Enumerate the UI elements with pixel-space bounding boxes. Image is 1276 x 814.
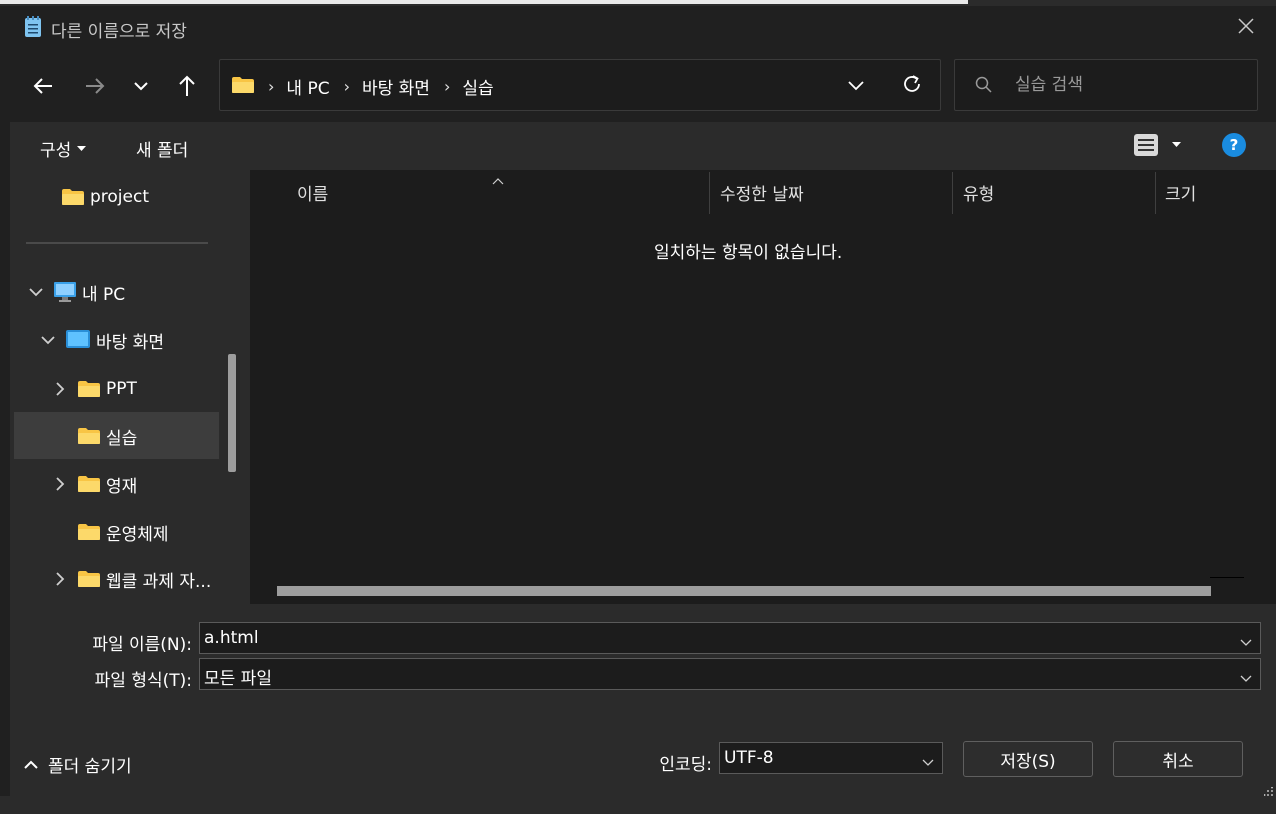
- folder-icon: [78, 570, 100, 588]
- title-bar: 다른 이름으로 저장: [10, 6, 1276, 48]
- tree-item-label: PPT: [106, 379, 137, 399]
- chevron-right-icon[interactable]: [52, 477, 68, 491]
- breadcrumb-item[interactable]: 바탕 화면: [362, 74, 430, 99]
- window-title: 다른 이름으로 저장: [51, 22, 187, 42]
- details-view-icon: [1134, 134, 1158, 156]
- folder-icon: [62, 188, 84, 206]
- column-header-type[interactable]: 유형: [963, 180, 994, 205]
- folder-icon: [78, 427, 100, 445]
- cancel-button[interactable]: 취소: [1113, 741, 1243, 777]
- chevron-down-icon[interactable]: [40, 335, 56, 345]
- tree-item-label: 웹클 과제 자...: [106, 571, 212, 592]
- navigation-bar: › 내 PC › 바탕 화면 › 실습: [10, 48, 1276, 122]
- refresh-icon[interactable]: [902, 74, 922, 98]
- tree-item-desktop[interactable]: 바탕 화면: [40, 317, 164, 363]
- computer-icon: [54, 282, 76, 302]
- filename-label: 파일 이름(N):: [92, 635, 192, 655]
- navigation-pane: project 내 PC 바탕 화면 PPT 실습 영재 운영체제 웹클 과제 …: [10, 170, 246, 604]
- new-folder-button[interactable]: 새 폴더: [136, 136, 188, 161]
- chevron-right-icon: ›: [268, 77, 275, 96]
- encoding-value: UTF-8: [724, 748, 774, 768]
- save-form: 파일 이름(N): a.html 파일 형식(T): 모든 파일 폴더 숨기기 …: [10, 604, 1276, 796]
- recent-locations-chevron-icon[interactable]: [123, 69, 159, 103]
- chevron-down-icon[interactable]: [922, 752, 934, 772]
- tree-item-label: 바탕 화면: [96, 332, 164, 353]
- tree-item-project[interactable]: project: [62, 174, 149, 220]
- forward-arrow-icon[interactable]: [77, 69, 113, 103]
- divider: [26, 242, 208, 244]
- column-divider[interactable]: [1155, 172, 1156, 214]
- caret-down-icon: [77, 145, 87, 151]
- organize-button[interactable]: 구성: [40, 136, 87, 161]
- column-header-date[interactable]: 수정한 날짜: [720, 180, 804, 205]
- file-list: 이름 수정한 날짜 유형 크기 일치하는 항목이 없습니다.: [250, 170, 1276, 604]
- filename-value[interactable]: a.html: [204, 628, 259, 648]
- empty-message: 일치하는 항목이 없습니다.: [654, 243, 843, 263]
- chevron-up-icon: [24, 760, 38, 769]
- column-divider[interactable]: [952, 172, 953, 214]
- command-bar: 구성 새 폴더 ?: [10, 122, 1276, 170]
- save-button[interactable]: 저장(S): [963, 741, 1093, 777]
- chevron-down-icon[interactable]: [28, 287, 44, 297]
- tree-item-label: 내 PC: [82, 284, 126, 305]
- folder-icon: [78, 380, 100, 398]
- tree-item-gifted[interactable]: 영재: [52, 461, 137, 507]
- column-header-name[interactable]: 이름: [297, 180, 328, 205]
- chevron-right-icon[interactable]: [52, 382, 68, 396]
- tree-item-practice[interactable]: 실습: [52, 413, 137, 459]
- chevron-down-icon[interactable]: [847, 75, 865, 99]
- horizontal-scrollbar[interactable]: [277, 586, 1211, 596]
- sort-ascending-icon: [492, 170, 504, 189]
- breadcrumb-item[interactable]: 내 PC: [286, 74, 329, 99]
- organize-label: 구성: [40, 141, 72, 161]
- tree-item-webclass[interactable]: 웹클 과제 자...: [52, 556, 211, 602]
- encoding-label: 인코딩:: [659, 755, 712, 775]
- folder-icon: [78, 475, 100, 493]
- chevron-down-icon[interactable]: [1240, 632, 1252, 652]
- folder-icon: [232, 76, 254, 98]
- tree-item-label: 실습: [106, 428, 138, 449]
- hide-folders-button[interactable]: 폴더 숨기기: [24, 752, 132, 777]
- help-icon[interactable]: ?: [1222, 133, 1246, 157]
- filetype-select[interactable]: 모든 파일: [199, 658, 1261, 690]
- search-input[interactable]: [1015, 74, 1245, 96]
- column-header-size[interactable]: 크기: [1165, 180, 1196, 205]
- background-window-strip: [0, 0, 968, 4]
- address-bar[interactable]: › 내 PC › 바탕 화면 › 실습: [219, 59, 941, 111]
- close-icon[interactable]: [1234, 14, 1258, 38]
- filename-field[interactable]: a.html: [199, 622, 1261, 654]
- breadcrumb: › 내 PC › 바탕 화면 › 실습: [260, 74, 494, 99]
- chevron-right-icon[interactable]: ›: [344, 77, 350, 96]
- chevron-down-icon[interactable]: [1240, 668, 1252, 688]
- back-arrow-icon[interactable]: [25, 69, 61, 103]
- caret-down-icon: [1172, 142, 1181, 147]
- search-box[interactable]: [954, 59, 1258, 111]
- filetype-value: 모든 파일: [204, 669, 272, 689]
- folder-icon: [78, 523, 100, 541]
- tree-item-ppt[interactable]: PPT: [52, 366, 137, 412]
- scrollbar-thumb[interactable]: [228, 354, 236, 472]
- save-as-dialog: 다른 이름으로 저장 › 내 PC › 바탕 화면 › 실습 실습 검색 구성 …: [0, 0, 1276, 814]
- view-options-button[interactable]: [1134, 134, 1181, 156]
- hide-folders-label: 폴더 숨기기: [48, 757, 132, 777]
- tree-item-label: project: [90, 187, 150, 207]
- tree-item-this-pc[interactable]: 내 PC: [28, 269, 125, 315]
- up-arrow-icon[interactable]: [169, 69, 205, 103]
- search-icon: [975, 76, 993, 98]
- chevron-right-icon[interactable]: ›: [444, 77, 450, 96]
- encoding-select[interactable]: UTF-8: [719, 742, 943, 774]
- chevron-right-icon[interactable]: [52, 572, 68, 586]
- column-divider[interactable]: [709, 172, 710, 214]
- notepad-icon: [24, 16, 42, 38]
- tree-item-os[interactable]: 운영체제: [52, 509, 169, 555]
- desktop-icon: [66, 330, 90, 350]
- window-shadow: [0, 796, 1276, 814]
- tree-item-label: 영재: [106, 476, 138, 497]
- scrollbar-end: [1210, 577, 1244, 578]
- breadcrumb-item[interactable]: 실습: [462, 74, 493, 99]
- tree-item-label: 운영체제: [106, 524, 169, 545]
- filetype-label: 파일 형식(T):: [94, 671, 192, 691]
